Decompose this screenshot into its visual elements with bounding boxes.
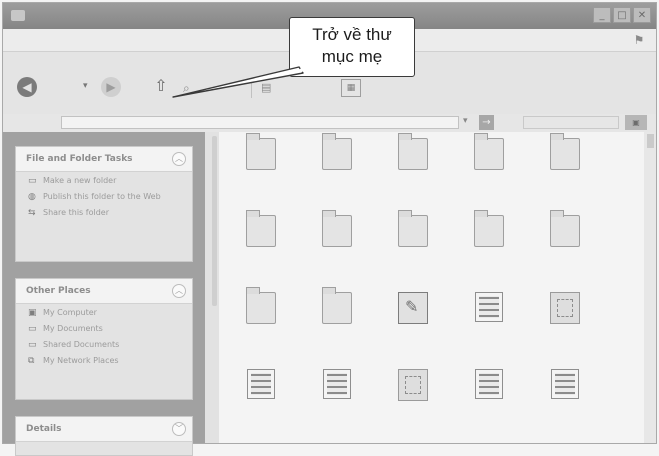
file-item[interactable] bbox=[223, 210, 299, 288]
collapse-chevron-icon[interactable]: ︿ bbox=[172, 152, 186, 166]
vertical-scrollbar[interactable] bbox=[644, 132, 656, 443]
file-item[interactable] bbox=[527, 133, 603, 211]
panel-title[interactable]: Details bbox=[16, 417, 192, 442]
file-item[interactable] bbox=[223, 133, 299, 211]
file-item[interactable] bbox=[527, 288, 603, 365]
folder-icon bbox=[246, 287, 276, 324]
task-publish-web[interactable]: ◍ Publish this folder to the Web bbox=[16, 188, 192, 204]
file-item[interactable] bbox=[299, 210, 375, 288]
file-icon bbox=[550, 292, 580, 324]
place-my-computer[interactable]: ▣ My Computer bbox=[16, 304, 192, 320]
folder-icon bbox=[11, 10, 25, 21]
globe-icon: ◍ bbox=[28, 192, 36, 202]
scroll-up-arrow[interactable] bbox=[647, 134, 654, 148]
folder-icon bbox=[246, 133, 276, 170]
file-list-view bbox=[219, 132, 644, 443]
collapse-chevron-icon[interactable]: ︿ bbox=[172, 284, 186, 298]
computer-icon: ▣ bbox=[28, 308, 37, 318]
place-network[interactable]: ⧉ My Network Places bbox=[16, 352, 192, 368]
panel-title[interactable]: Other Places bbox=[16, 279, 192, 304]
share-icon: ⇆ bbox=[28, 208, 36, 218]
file-item[interactable] bbox=[375, 365, 451, 442]
folder-icon: ▭ bbox=[28, 340, 37, 350]
document-icon bbox=[247, 369, 275, 399]
file-item[interactable] bbox=[223, 287, 299, 365]
expand-chevron-icon[interactable]: ﹀ bbox=[172, 422, 186, 436]
task-share-folder[interactable]: ⇆ Share this folder bbox=[16, 204, 192, 220]
folder-icon bbox=[246, 210, 276, 247]
toolbar-separator bbox=[251, 80, 252, 98]
document-icon bbox=[551, 369, 579, 399]
toolbar-extension-icon[interactable]: ▣ bbox=[625, 115, 647, 130]
file-item[interactable] bbox=[451, 133, 527, 211]
annotation-callout: Trở về thư mục mẹ bbox=[289, 17, 415, 77]
go-button[interactable]: → bbox=[479, 115, 494, 130]
back-history-dropdown[interactable]: ▾ bbox=[83, 81, 88, 91]
new-folder-icon: ▭ bbox=[28, 176, 37, 186]
document-icon bbox=[475, 369, 503, 399]
search-icon[interactable]: ⌕ bbox=[183, 81, 197, 95]
minimize-button[interactable]: _ bbox=[593, 7, 611, 23]
file-item[interactable] bbox=[527, 365, 603, 442]
file-item[interactable] bbox=[451, 288, 527, 365]
network-icon: ⧉ bbox=[28, 356, 35, 366]
windows-logo-icon: ⚑ bbox=[633, 33, 645, 47]
folder-icon bbox=[550, 133, 580, 170]
explorer-window: _ □ ✕ ⚑ ◀ ▾ ▶ ⇧ ⌕ ▤ ▦ Trở về thư mục mẹ … bbox=[2, 2, 657, 456]
file-folder-tasks-panel: File and Folder Tasks ︿ ▭ Make a new fol… bbox=[15, 146, 193, 262]
folder-icon bbox=[550, 210, 580, 247]
folder-icon bbox=[322, 133, 352, 170]
callout-line-2: mục mẹ bbox=[321, 47, 383, 66]
task-pane: File and Folder Tasks ︿ ▭ Make a new fol… bbox=[3, 132, 205, 456]
folder-icon bbox=[398, 133, 428, 170]
file-item[interactable] bbox=[451, 210, 527, 288]
details-panel: Details ﹀ bbox=[15, 416, 193, 456]
folder-icon bbox=[474, 133, 504, 170]
toolbar-links-field[interactable] bbox=[523, 116, 619, 129]
up-folder-button[interactable]: ⇧ bbox=[151, 74, 171, 98]
file-item[interactable] bbox=[299, 287, 375, 365]
file-item[interactable] bbox=[451, 365, 527, 442]
other-places-panel: Other Places ︿ ▣ My Computer ▭ My Docume… bbox=[15, 278, 193, 400]
forward-button[interactable]: ▶ bbox=[101, 77, 121, 97]
file-item[interactable] bbox=[299, 133, 375, 211]
document-icon bbox=[475, 292, 503, 322]
folder-icon bbox=[322, 287, 352, 324]
place-my-documents[interactable]: ▭ My Documents bbox=[16, 320, 192, 336]
views-button[interactable]: ▦ bbox=[341, 79, 361, 97]
window-controls: _ □ ✕ bbox=[593, 7, 651, 23]
file-item[interactable] bbox=[375, 210, 451, 288]
application-icon bbox=[398, 292, 428, 324]
file-item[interactable] bbox=[223, 365, 299, 442]
folder-icon bbox=[398, 210, 428, 247]
address-bar: ▾ → ▣ bbox=[3, 114, 656, 133]
file-grid bbox=[219, 132, 644, 442]
address-dropdown-icon[interactable]: ▾ bbox=[463, 116, 468, 126]
document-icon bbox=[323, 369, 351, 399]
maximize-button[interactable]: □ bbox=[613, 7, 631, 23]
folders-icon[interactable]: ▤ bbox=[261, 81, 271, 94]
back-button[interactable]: ◀ bbox=[17, 77, 37, 97]
panel-title[interactable]: File and Folder Tasks bbox=[16, 147, 192, 172]
close-button[interactable]: ✕ bbox=[633, 7, 651, 23]
folder-icon bbox=[474, 210, 504, 247]
file-item[interactable] bbox=[375, 133, 451, 211]
folder-icon bbox=[322, 210, 352, 247]
folder-icon: ▭ bbox=[28, 324, 37, 334]
place-shared-documents[interactable]: ▭ Shared Documents bbox=[16, 336, 192, 352]
task-make-folder[interactable]: ▭ Make a new folder bbox=[16, 172, 192, 188]
file-item[interactable] bbox=[299, 365, 375, 442]
file-item[interactable] bbox=[527, 210, 603, 288]
pane-scrollbar[interactable] bbox=[212, 136, 217, 306]
callout-line-1: Trở về thư bbox=[312, 25, 392, 44]
file-item[interactable] bbox=[375, 288, 451, 365]
address-input[interactable] bbox=[61, 116, 459, 129]
file-icon bbox=[398, 369, 428, 401]
